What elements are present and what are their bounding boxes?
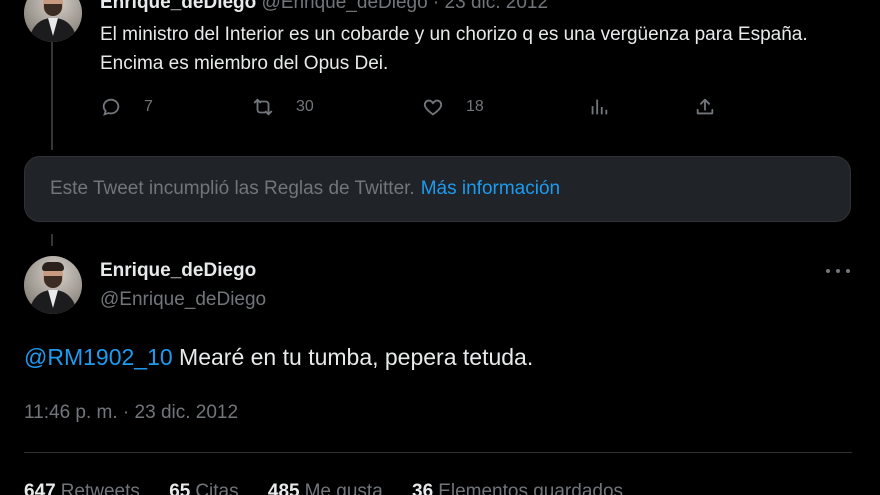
avatar[interactable] xyxy=(24,0,82,42)
divider xyxy=(24,452,852,453)
author-name[interactable]: Enrique_deDiego xyxy=(100,260,256,282)
violation-notice: Este Tweet incumplió las Reglas de Twitt… xyxy=(24,156,851,222)
tweet-2-text: @RM1902_10 Mearé en tu tumba, pepera tet… xyxy=(24,344,533,371)
tweet-2-body: Mearé en tu tumba, pepera tetuda. xyxy=(172,344,534,370)
stat-bookmarks[interactable]: 36 Elementos guardados xyxy=(412,481,623,495)
thread-line xyxy=(51,42,53,150)
retweet-icon xyxy=(253,98,273,116)
author-handle-date[interactable]: @Enrique_deDiego · 23 dic. 2012 xyxy=(262,0,549,13)
reply-icon xyxy=(102,98,120,116)
author-handle[interactable]: @Enrique_deDiego xyxy=(100,289,266,311)
tweet-1-header: Enrique_deDiego @Enrique_deDiego · 23 di… xyxy=(100,0,548,14)
reply-count: 7 xyxy=(144,98,153,115)
like-count: 18 xyxy=(466,98,484,115)
author-name[interactable]: Enrique_deDiego xyxy=(100,0,256,13)
thread-connector xyxy=(51,234,53,246)
share-button[interactable] xyxy=(694,92,716,122)
analytics-button[interactable] xyxy=(588,92,610,122)
more-icon[interactable] xyxy=(826,262,850,280)
tweet-timestamp[interactable]: 11:46 p. m. · 23 dic. 2012 xyxy=(24,402,238,424)
like-icon xyxy=(423,99,443,116)
retweet-count: 30 xyxy=(296,98,314,115)
avatar[interactable] xyxy=(24,256,82,314)
notice-text: Este Tweet incumplió las Reglas de Twitt… xyxy=(50,178,415,199)
more-info-link[interactable]: Más información xyxy=(421,178,560,200)
stat-likes[interactable]: 485 Me gusta xyxy=(268,481,383,495)
like-button[interactable]: 18 xyxy=(422,92,484,122)
stat-quotes[interactable]: 65 Citas xyxy=(169,481,238,495)
share-icon xyxy=(696,98,714,115)
tweet-stats: 647 Retweets 65 Citas 485 Me gusta 36 Elemen… xyxy=(24,481,647,495)
analytics-icon xyxy=(591,99,608,115)
stat-retweets[interactable]: 647 Retweets xyxy=(24,481,140,495)
tweet-1-text: El ministro del Interior es un cobarde y… xyxy=(100,24,808,74)
retweet-button[interactable]: 30 xyxy=(252,92,314,122)
tweet-1-actions: 7 30 18 xyxy=(100,92,720,122)
mention-link[interactable]: @RM1902_10 xyxy=(24,344,173,370)
tweet-1[interactable]: Enrique_deDiego @Enrique_deDiego · 23 di… xyxy=(0,0,880,150)
reply-button[interactable]: 7 xyxy=(100,92,153,122)
